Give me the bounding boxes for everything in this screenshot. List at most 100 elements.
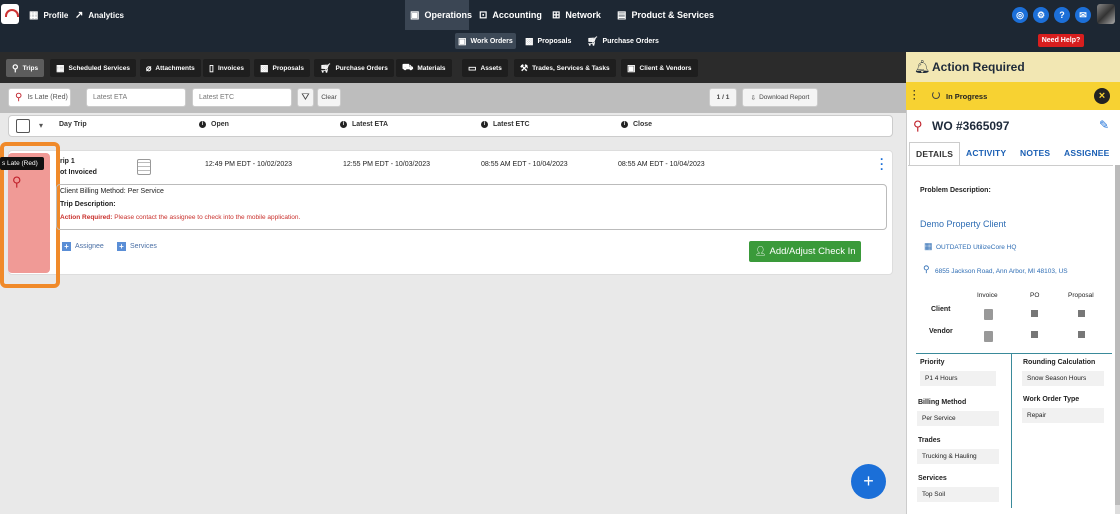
profile-icon: ▦ [29,9,39,21]
subnav-work-orders[interactable]: ▣ Work Orders [455,33,516,49]
add-fab-button[interactable]: + [851,464,886,499]
chat-icon[interactable]: ✉ [1075,7,1091,23]
invoice-doc-icon[interactable] [984,309,993,320]
avatar[interactable] [1097,4,1115,24]
app-logo[interactable] [1,4,19,24]
download-report-button[interactable]: ⇩ Download Report [742,88,818,107]
map-pin-icon: ⚲ [15,92,23,103]
matrix-row-client: Client [931,306,951,313]
rounding-value: Snow Season Hours [1022,371,1104,386]
tab-proposals[interactable]: ▩ Proposals [254,59,310,77]
divider [1011,353,1012,508]
clear-button[interactable]: Clear [317,88,341,107]
filter-icon[interactable]: ⛛ [297,88,314,107]
rounding-label: Rounding Calculation [1023,359,1096,366]
paperclip-icon: ⌀ [146,62,152,73]
tab-client-vendors[interactable]: ▣ Client & Vendors [621,59,698,77]
person-icon: ⚲ [12,62,19,73]
building-icon: ▦ [924,241,933,251]
client-name-link[interactable]: Demo Property Client [920,219,1006,229]
nav-operations[interactable]: ▣ Operations [405,0,472,30]
tab-assignee[interactable]: ASSIGNEE [1064,148,1110,158]
truck-icon: ⛟ [402,62,414,72]
action-required-note: Action Required: Please contact the assi… [60,214,301,221]
plus-icon: + [62,242,71,251]
po-status-square [1031,331,1038,338]
tab-details[interactable]: DETAILS [909,142,961,165]
priority-value: P1 4 Hours [920,371,996,386]
spinner-icon [932,91,940,99]
add-services-link[interactable]: + Services [117,242,157,251]
analytics-icon: ↗ [75,9,84,21]
billing-method-value: Per Service [917,411,999,426]
add-assignee-link[interactable]: + Assignee [62,242,104,251]
proposal-status-square [1078,331,1085,338]
clipboard-icon: ▣ [410,9,420,21]
matrix-col-po: PO [1030,292,1040,299]
network-icon: ⊞ [552,9,561,21]
status-tooltip: s Late (Red) [0,157,44,170]
tab-activity[interactable]: ACTIVITY [966,148,1006,158]
nav-profile[interactable]: ▦ Profile [29,0,68,30]
side-scrollbar[interactable] [1115,165,1120,514]
nav-network[interactable]: ⊞ Network [552,0,601,30]
pencil-icon[interactable]: ✎ [1099,118,1109,132]
status-filter[interactable]: ⚲ Is Late (Red) [8,88,71,107]
pagination[interactable]: 1 / 1 [709,88,737,107]
tab-invoices[interactable]: ▯ Invoices [203,59,250,77]
calendar-icon: ▦ [56,62,65,73]
tab-assets[interactable]: ▭ Assets [462,59,508,77]
trades-label: Trades [918,437,941,444]
proposals-icon: ▩ [525,35,534,46]
tab-scheduled-services[interactable]: ▦ Scheduled Services [50,59,136,77]
close-icon[interactable]: × [1094,88,1110,104]
briefcase-icon: ▤ [617,9,627,21]
download-icon: ⇩ [750,94,757,102]
select-all-checkbox[interactable] [16,119,30,133]
header-day-trip: Day Trip [59,121,87,128]
location-link[interactable]: OUTDATED UtilizeCore HQ [936,244,1016,251]
info-icon: i [340,121,347,128]
tab-trips[interactable]: ⚲ Trips [6,59,45,77]
clipboard-icon: ▣ [458,35,467,46]
header-latest-eta: i Latest ETA [340,121,388,128]
tab-trades[interactable]: ⚒ Trades, Services & Tasks [514,59,616,77]
tab-notes[interactable]: NOTES [1020,148,1050,158]
subnav-proposals[interactable]: ▩ Proposals [522,33,574,49]
latest-eta-input[interactable]: Latest ETA [86,88,186,107]
contact-card-icon: ▣ [627,62,636,73]
info-icon: i [621,121,628,128]
latest-etc-input[interactable]: Latest ETC [192,88,292,107]
invoice-icon: ▯ [209,62,214,73]
tab-purchase-orders[interactable]: 🛒︎ Purchase Orders [314,59,394,77]
need-help-button[interactable]: Need Help? [1038,34,1084,47]
chevron-down-icon[interactable]: ▾ [39,121,43,130]
add-adjust-check-in-button[interactable]: 👤︎ Add/Adjust Check In [749,241,861,262]
target-icon[interactable]: ◎ [1012,7,1028,23]
priority-label: Priority [920,359,945,366]
kebab-menu-icon[interactable]: · · · [913,87,916,104]
tab-materials[interactable]: ⛟ Materials [396,59,452,77]
services-value: Top Soil [917,487,999,502]
problem-description-label: Problem Description: [920,187,991,194]
cart-icon: 🛒︎ [320,62,332,73]
nav-analytics[interactable]: ↗ Analytics [75,0,124,30]
po-status-square [1031,310,1038,317]
info-icon: i [199,121,206,128]
help-icon[interactable]: ? [1054,7,1070,23]
gear-icon[interactable]: ⚙ [1033,7,1049,23]
address-link[interactable]: 6855 Jackson Road, Ann Arbor, MI 48103, … [935,268,1068,275]
status-label: In Progress [946,92,988,101]
nav-products[interactable]: ▤ Product & Services [617,0,714,30]
invoice-doc-icon[interactable] [984,331,993,342]
map-pin-icon: ⚲ [12,174,22,189]
subnav-purchase-orders[interactable]: 🛒︎ Purchase Orders [584,33,662,49]
services-label: Services [918,475,947,482]
action-required-title: Action Required [932,60,1025,74]
matrix-col-invoice: Invoice [977,292,998,299]
nav-accounting[interactable]: ⊡ Accounting [479,0,542,30]
trip-name[interactable]: rip 1 [60,158,75,165]
kebab-menu-icon[interactable]: · · · [880,153,884,175]
tab-attachments[interactable]: ⌀ Attachments [140,59,201,77]
trip-description-label: Trip Description: [60,201,116,208]
